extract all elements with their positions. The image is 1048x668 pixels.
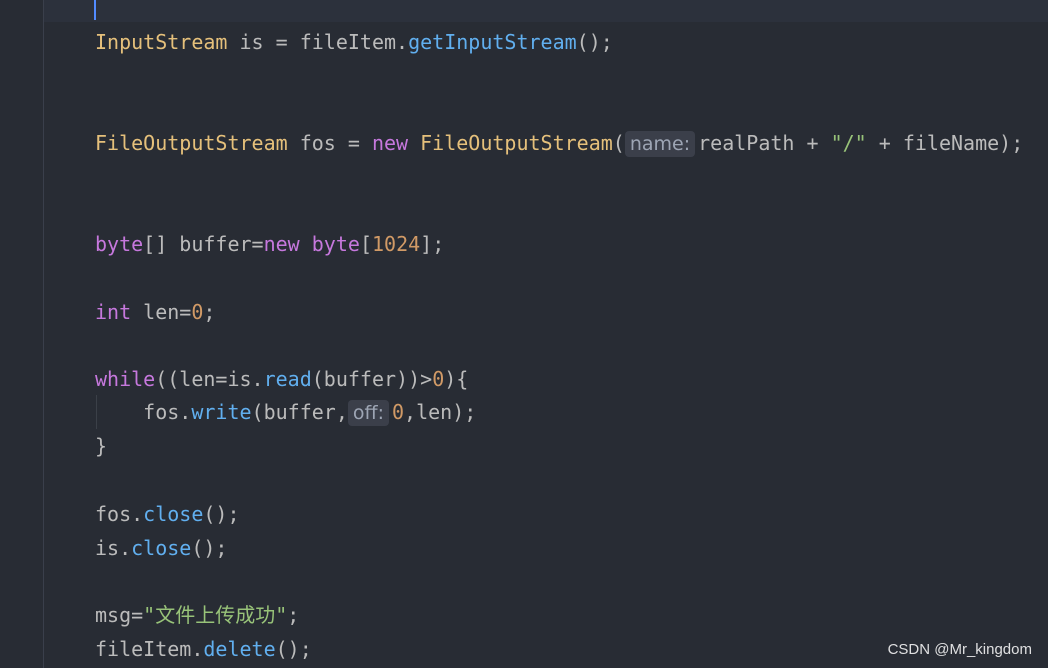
code-text: (); [203, 502, 240, 526]
code-text: ; [203, 300, 216, 324]
code-line-while[interactable]: while((len=is.read(buffer))>0){ [95, 365, 468, 393]
parameter-hint-name: name: [624, 131, 696, 157]
code-line-close-brace[interactable]: } [95, 432, 107, 460]
parameter-hint-off: off: [347, 400, 389, 426]
code-text: fileItem. [95, 637, 204, 661]
number-token: 0 [432, 367, 445, 391]
code-line-len[interactable]: int len=0; [95, 298, 215, 326]
code-line-input-stream[interactable]: InputStream is = fileItem.getInputStream… [95, 28, 613, 56]
keyword-token: int [95, 300, 132, 324]
code-line-is-close[interactable]: is.close(); [95, 534, 227, 562]
code-text: (buffer, [251, 400, 348, 424]
code-line-fos-close[interactable]: fos.close(); [95, 500, 240, 528]
code-line-file-output-stream[interactable]: FileOutputStream fos = new FileOutputStr… [95, 129, 1023, 157]
gutter-border [43, 0, 44, 668]
code-editor[interactable]: InputStream is = fileItem.getInputStream… [0, 0, 1048, 668]
method-token: read [263, 367, 312, 391]
code-text: fos. [95, 502, 144, 526]
type-token: FileOutputStream [95, 131, 288, 155]
code-text: [ [359, 232, 372, 256]
code-text: ; [287, 603, 300, 627]
code-text: is = fileItem. [227, 30, 409, 54]
string-token: "/" [830, 131, 867, 155]
code-text: realPath + [698, 131, 831, 155]
method-token: close [131, 536, 192, 560]
code-text: (); [275, 637, 312, 661]
keyword-token: byte [311, 232, 360, 256]
number-token: 0 [392, 400, 405, 424]
number-token: 0 [191, 300, 204, 324]
code-line-buffer[interactable]: byte[] buffer=new byte[1024]; [95, 230, 444, 258]
method-token: close [143, 502, 204, 526]
code-text: (buffer))> [311, 367, 433, 391]
code-text: ( [612, 131, 625, 155]
keyword-token: new [371, 131, 409, 155]
text-caret [94, 0, 96, 20]
string-token: "文件上传成功" [143, 603, 288, 627]
keyword-token: byte [95, 232, 144, 256]
code-text: ){ [444, 367, 469, 391]
code-text: msg= [95, 603, 144, 627]
code-text: ((len=is. [155, 367, 264, 391]
method-token: delete [203, 637, 276, 661]
code-text: ]; [420, 232, 445, 256]
keyword-token: while [95, 367, 156, 391]
current-line-highlight [44, 0, 1048, 22]
type-token: InputStream [95, 30, 228, 54]
code-line-write[interactable]: fos.write(buffer, off: 0,len); [95, 398, 476, 426]
code-text: + fileName); [866, 131, 1024, 155]
number-token: 1024 [371, 232, 421, 256]
code-text: is. [95, 536, 132, 560]
code-text: fos = [287, 131, 372, 155]
code-line-msg[interactable]: msg="文件上传成功"; [95, 601, 299, 629]
code-text: [] buffer= [143, 232, 264, 256]
code-text: ,len); [404, 400, 477, 424]
code-text: len= [131, 300, 192, 324]
keyword-token: new [263, 232, 300, 256]
type-token: FileOutputStream [420, 131, 613, 155]
method-token: write [191, 400, 252, 424]
code-text: (); [576, 30, 613, 54]
code-text: } [95, 434, 108, 458]
watermark: CSDN @Mr_kingdom [887, 641, 1032, 658]
code-text: (); [191, 536, 228, 560]
code-line-delete[interactable]: fileItem.delete(); [95, 635, 312, 663]
method-token: getInputStream [408, 30, 577, 54]
code-text: fos. [95, 400, 192, 424]
